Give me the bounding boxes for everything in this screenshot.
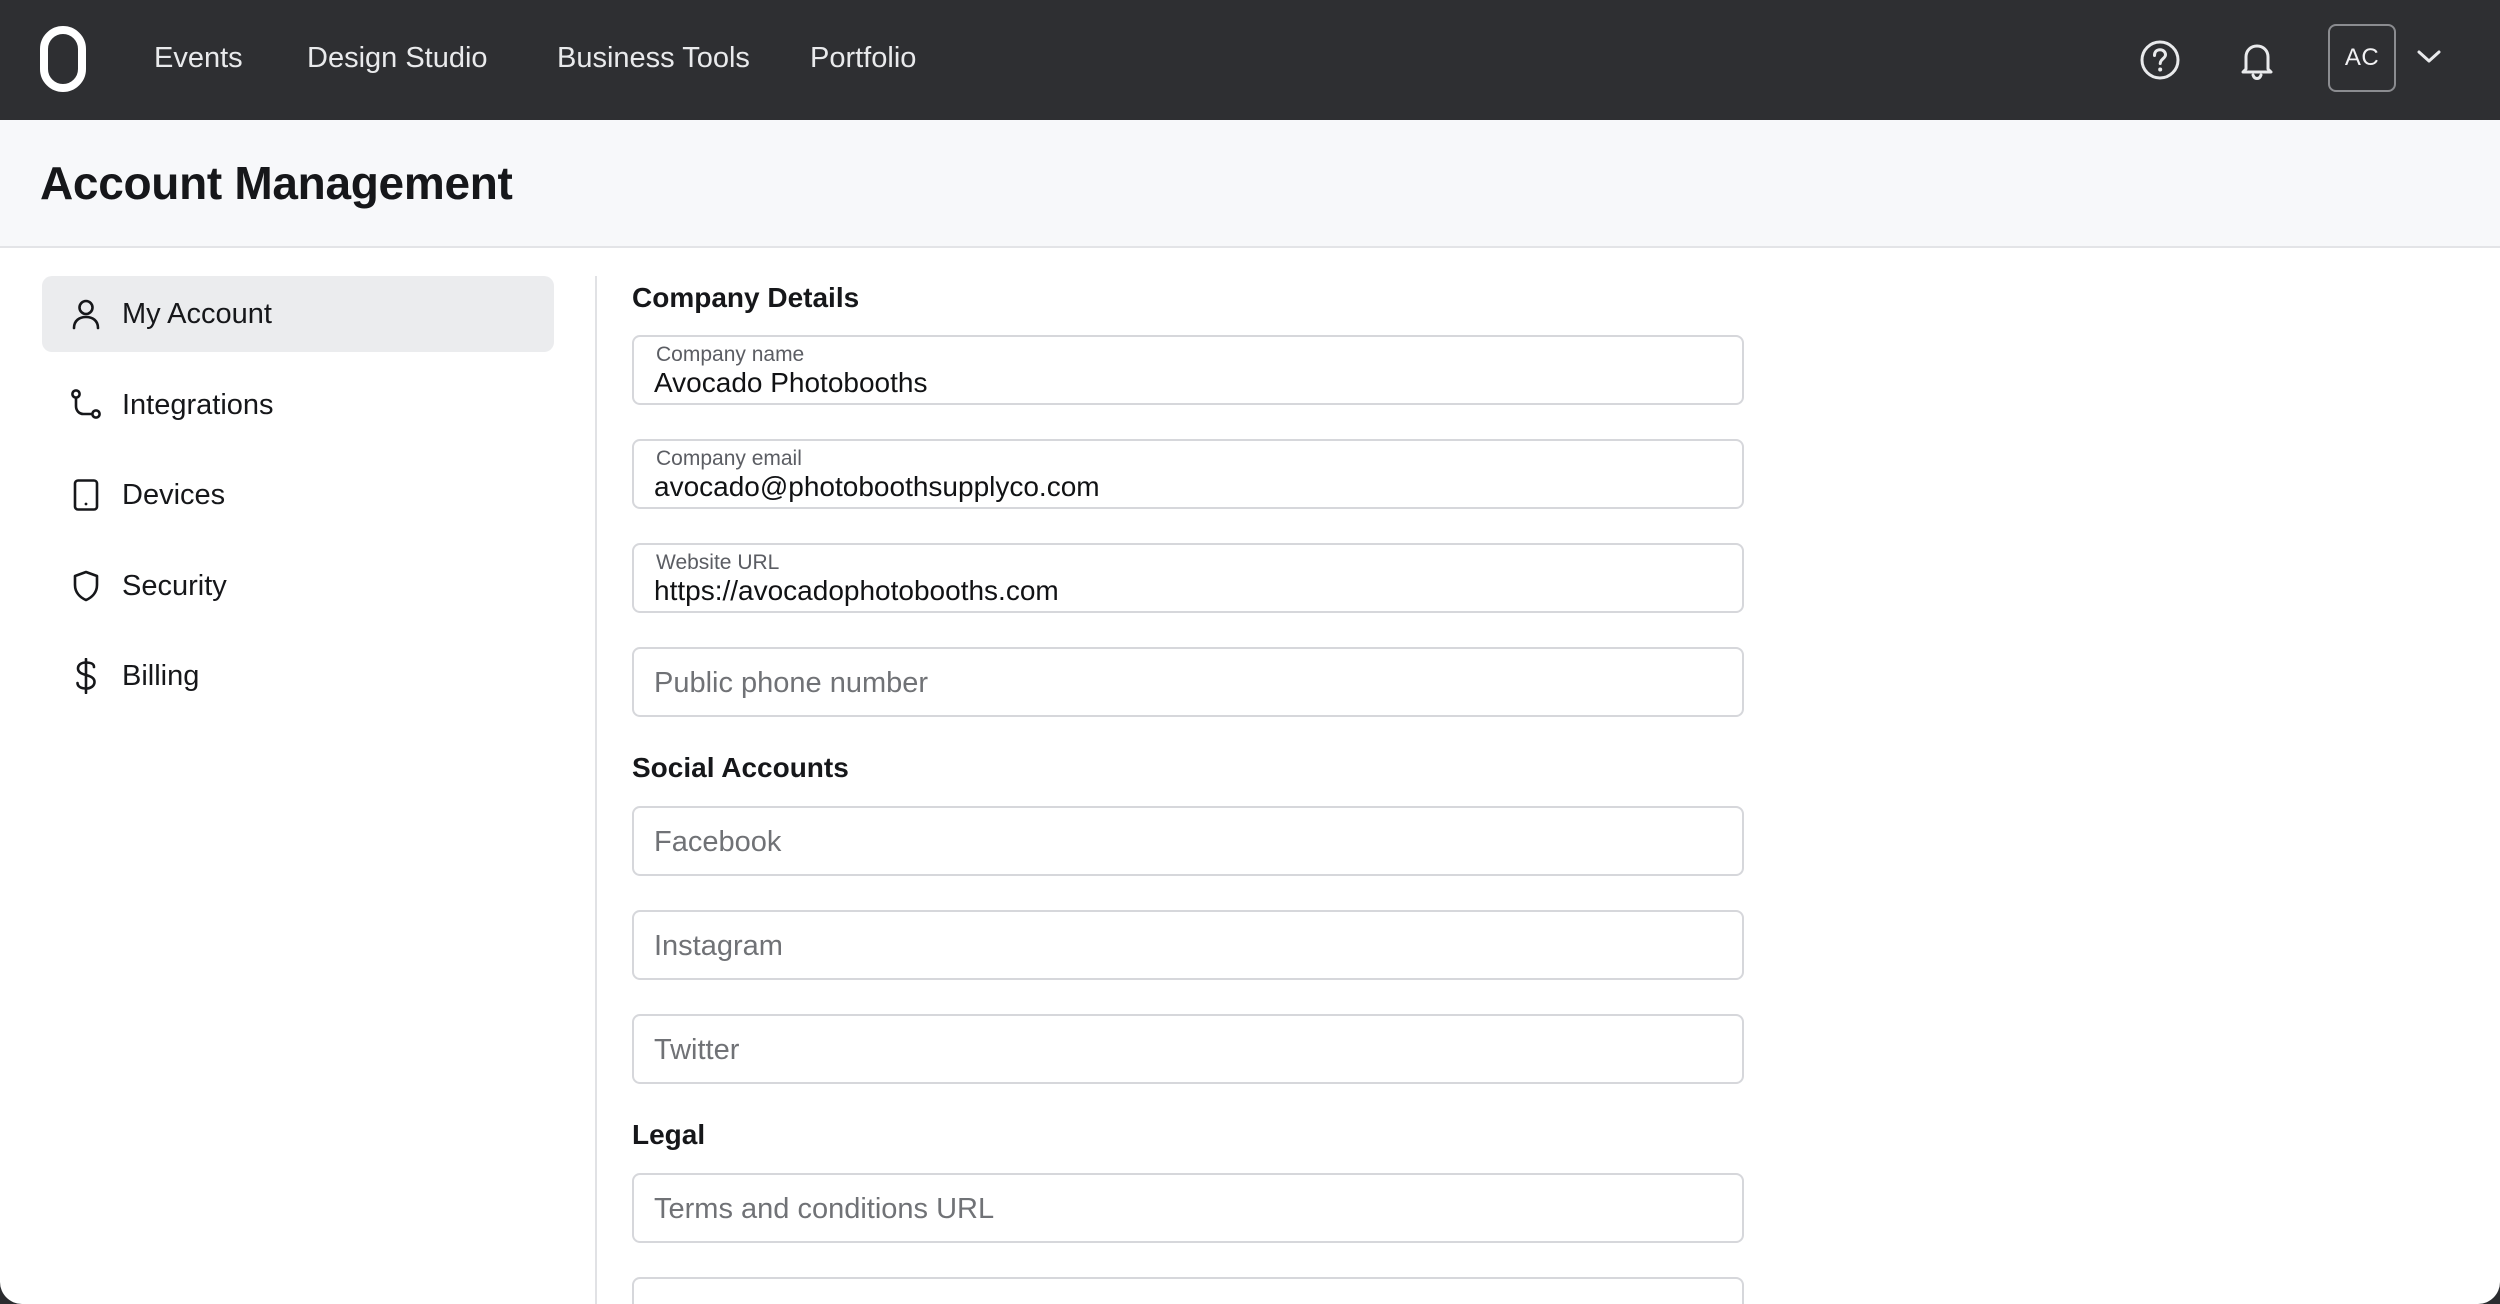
nav-design-studio[interactable]: Design Studio (307, 38, 488, 78)
company-email-field: Company email (632, 439, 1744, 509)
integration-icon (70, 389, 102, 421)
bell-icon[interactable] (2229, 32, 2285, 88)
company-name-input[interactable] (654, 365, 1714, 401)
shield-icon (70, 570, 102, 602)
company-name-field: Company name (632, 335, 1744, 405)
form-field[interactable] (632, 1277, 1744, 1304)
nav-business-tools[interactable]: Business Tools (557, 38, 750, 78)
facebook-input[interactable] (654, 822, 1714, 862)
website-url-field: Website URL (632, 543, 1744, 613)
public-phone-input[interactable] (654, 663, 1714, 703)
terms-url-input[interactable] (654, 1189, 1714, 1229)
company-email-input[interactable] (654, 469, 1714, 505)
sidebar-item-devices[interactable]: Devices (42, 457, 554, 533)
sidebar-item-my-account[interactable]: My Account (42, 276, 554, 352)
terms-url-field (632, 1173, 1744, 1243)
instagram-input[interactable] (654, 926, 1714, 966)
tablet-icon (70, 479, 102, 511)
brand-logo[interactable] (40, 26, 86, 92)
section-title-company-details: Company Details (632, 282, 860, 313)
section-title-legal: Legal (632, 1119, 706, 1150)
twitter-input[interactable] (654, 1030, 1714, 1070)
section-title-social-accounts: Social Accounts (632, 752, 849, 783)
dollar-icon (70, 658, 102, 694)
sidebar-item-security[interactable]: Security (42, 548, 554, 624)
twitter-field (632, 1014, 1744, 1084)
sidebar-item-billing[interactable]: Billing (42, 638, 554, 714)
website-url-input[interactable] (654, 573, 1714, 609)
app-window: Events Design Studio Business Tools Port… (0, 0, 2500, 1304)
sidebar-item-label: Devices (122, 478, 226, 511)
help-circle-icon[interactable] (2132, 32, 2188, 88)
instagram-field (632, 910, 1744, 980)
user-icon (70, 298, 102, 330)
field-label: Company name (656, 343, 805, 366)
sidebar-item-label: Integrations (122, 388, 274, 421)
avatar[interactable]: AC (2328, 24, 2396, 92)
facebook-field (632, 806, 1744, 876)
sidebar-item-label: Security (122, 569, 227, 602)
field-label: Website URL (656, 551, 780, 574)
public-phone-field (632, 647, 1744, 717)
chevron-down-icon[interactable] (2410, 38, 2448, 76)
sidebar-item-integrations[interactable]: Integrations (42, 367, 554, 443)
page-header: Account Management (0, 120, 2500, 248)
sidebar-divider (595, 276, 597, 1304)
sidebar-item-label: Billing (122, 659, 200, 692)
sidebar-item-label: My Account (122, 297, 272, 330)
page-title: Account Management (40, 157, 513, 209)
nav-portfolio[interactable]: Portfolio (810, 38, 916, 78)
top-nav-bar: Events Design Studio Business Tools Port… (0, 0, 2500, 120)
field-label: Company email (656, 447, 802, 470)
nav-events[interactable]: Events (154, 38, 243, 78)
